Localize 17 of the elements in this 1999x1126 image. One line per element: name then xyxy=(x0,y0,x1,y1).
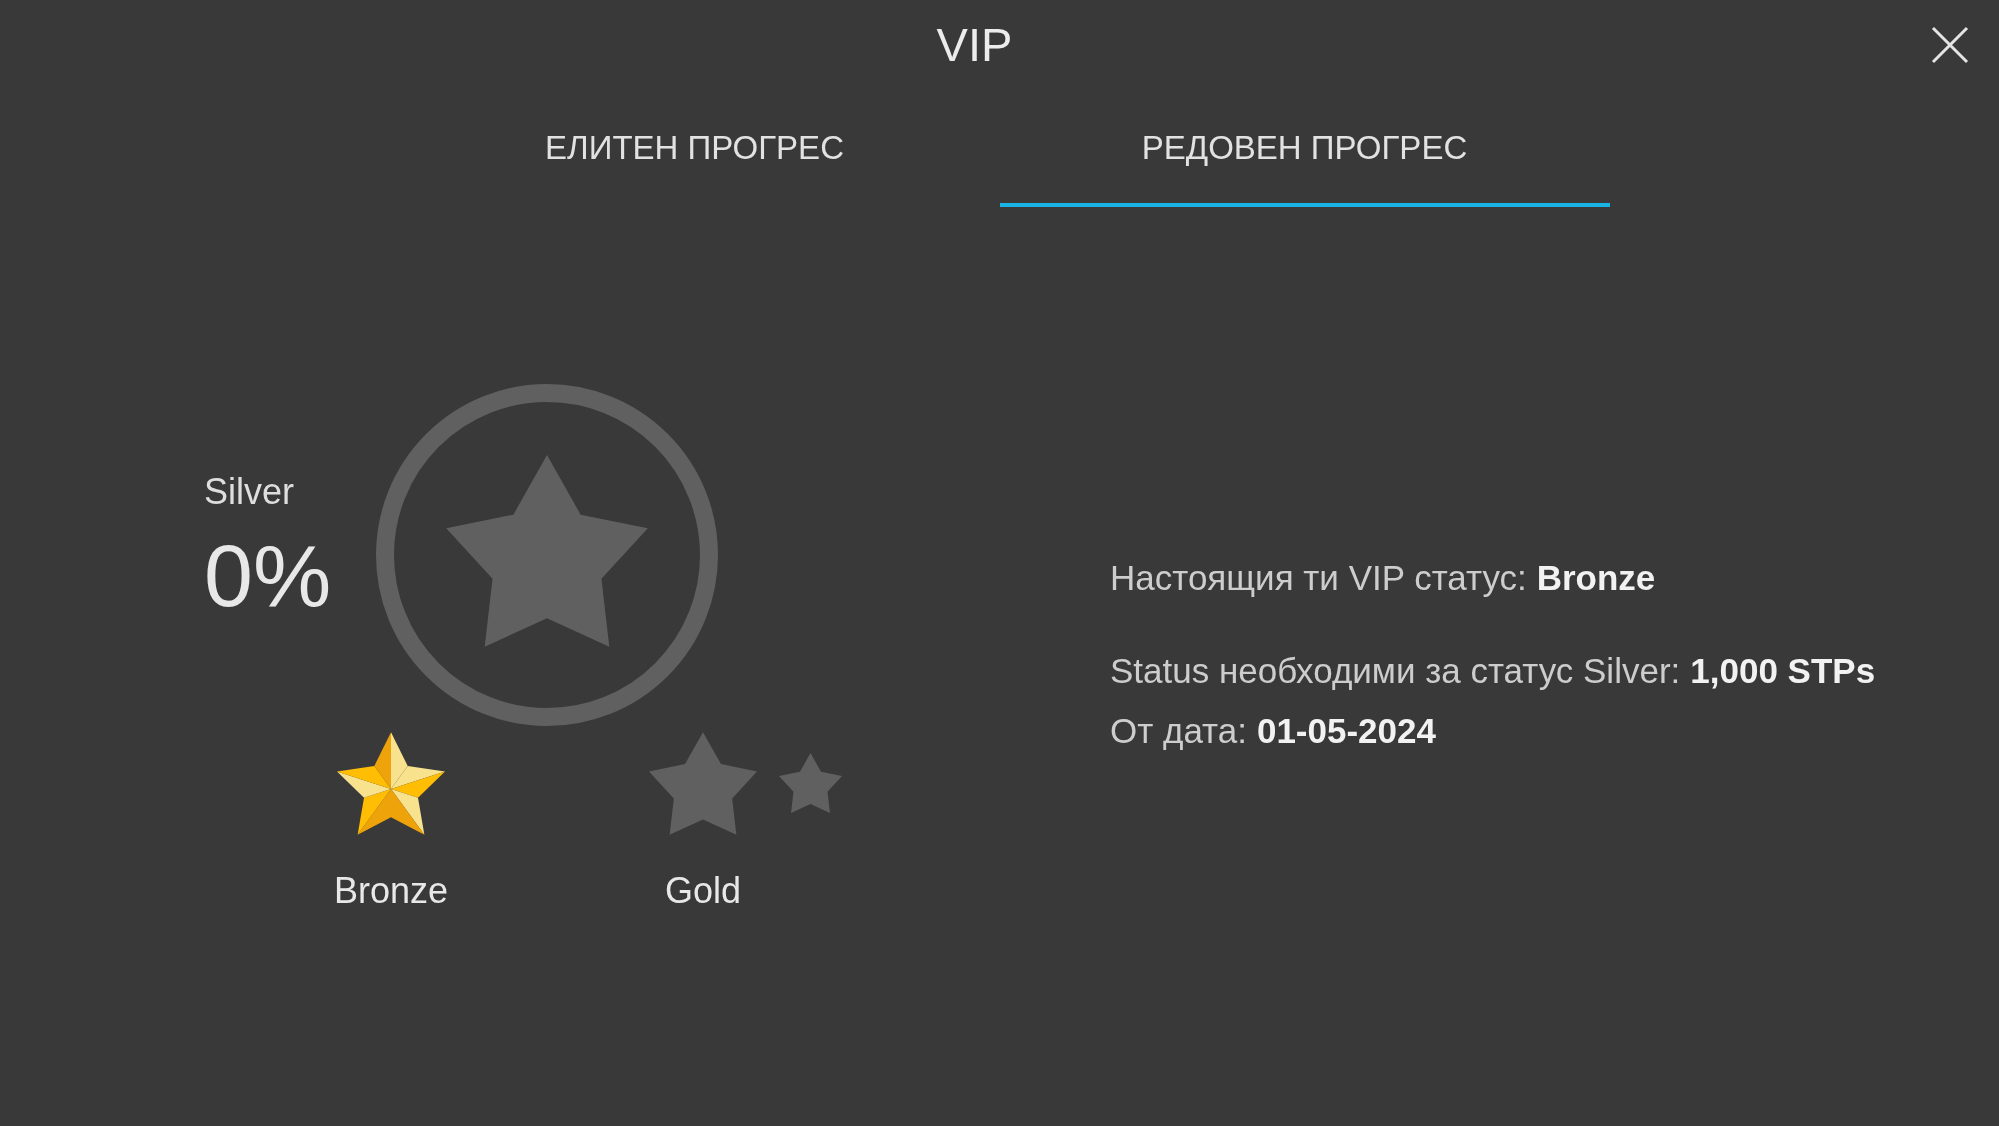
progress-percent: 0% xyxy=(204,526,332,626)
window-title: VIP xyxy=(936,17,1013,73)
detail-value: 1,000 STPs xyxy=(1690,650,1876,692)
tab[interactable]: РЕДОВЕН ПРОГРЕС xyxy=(999,90,1610,207)
target-level-label: Silver xyxy=(204,470,295,514)
detail-label: От дата: xyxy=(1110,710,1247,752)
level-label: Bronze xyxy=(333,869,449,913)
detail-value: 01-05-2024 xyxy=(1256,710,1436,752)
star-icon xyxy=(446,455,648,647)
status-value: Bronze xyxy=(1536,557,1656,599)
detail-label: Status необходими за статус Silver: xyxy=(1110,650,1681,692)
star-icon xyxy=(779,753,842,813)
close-icon xyxy=(1931,26,1969,64)
level-label: Gold xyxy=(664,869,741,913)
tab[interactable]: ЕЛИТЕН ПРОГРЕС xyxy=(389,90,1000,207)
status-label: Настоящия ти VIP статус: xyxy=(1110,557,1527,599)
close-button[interactable] xyxy=(1931,26,1969,64)
